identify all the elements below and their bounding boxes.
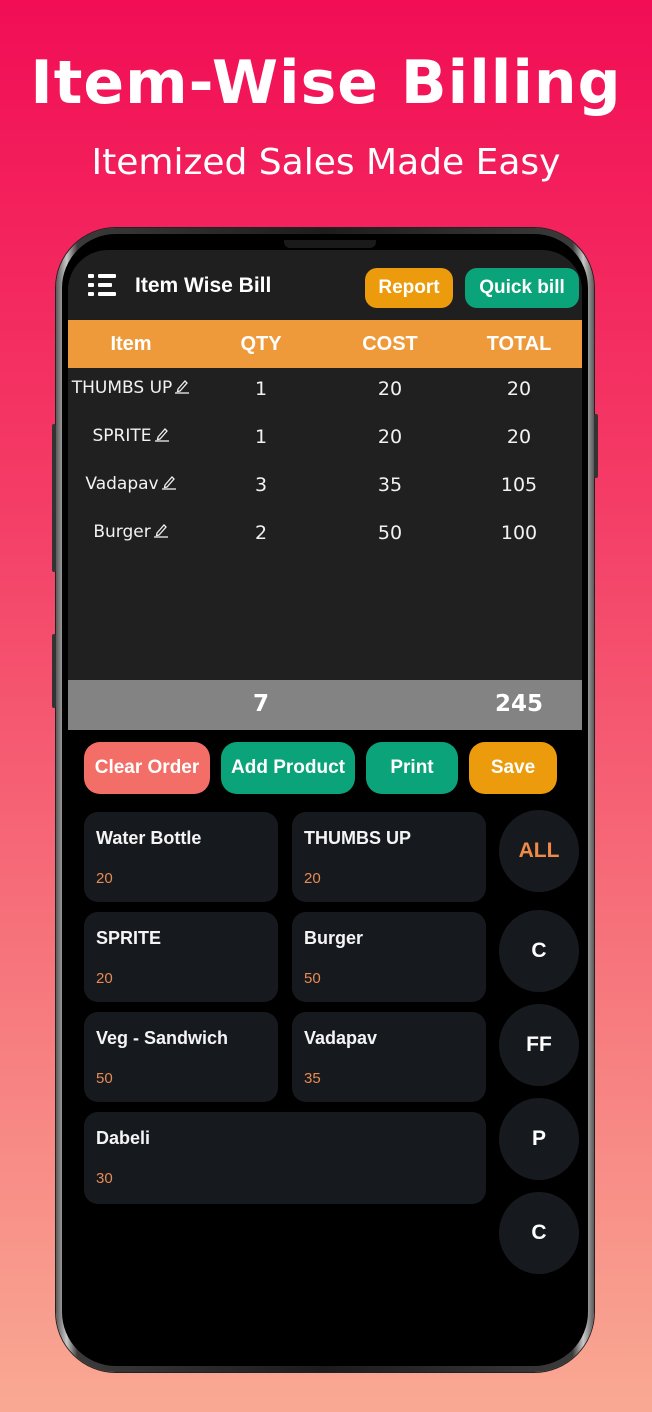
table-row[interactable]: Vadapav 3 35 105	[68, 464, 582, 512]
product-name: Burger	[304, 928, 364, 948]
product-name: THUMBS UP	[304, 828, 411, 848]
product-card[interactable]: Vadapav 35	[292, 1012, 486, 1102]
row-item-name: Vadapav	[85, 474, 159, 494]
grand-total: 245	[494, 691, 543, 717]
product-price: 35	[304, 1070, 321, 1087]
row-qty: 1	[254, 426, 268, 448]
header-cost: COST	[362, 333, 418, 355]
power-button	[594, 414, 598, 478]
product-card[interactable]: Veg - Sandwich 50	[84, 1012, 278, 1102]
header-total: TOTAL	[486, 333, 552, 355]
product-name: Dabeli	[96, 1128, 151, 1148]
product-name: Water Bottle	[96, 828, 202, 848]
product-card[interactable]: Dabeli 30	[84, 1112, 486, 1204]
row-total: 20	[506, 426, 532, 448]
earpiece	[284, 240, 376, 248]
promo-title: Item-Wise Billing	[30, 48, 622, 118]
product-price: 20	[304, 870, 321, 887]
pencil-edit-icon[interactable]	[153, 522, 169, 538]
row-qty: 3	[254, 474, 268, 496]
product-card[interactable]: SPRITE 20	[84, 912, 278, 1002]
product-name: SPRITE	[96, 928, 162, 948]
report-button[interactable]: Report	[365, 268, 453, 308]
category-c-button[interactable]: C	[499, 910, 579, 992]
product-card[interactable]: Burger 50	[292, 912, 486, 1002]
quick-bill-button[interactable]: Quick bill	[465, 268, 579, 308]
table-row[interactable]: THUMBS UP 1 20 20	[68, 368, 582, 416]
product-card[interactable]: Water Bottle 20	[84, 812, 278, 902]
add-product-button[interactable]: Add Product	[221, 742, 355, 794]
category-ff-button[interactable]: FF	[499, 1004, 579, 1086]
row-cost: 50	[377, 522, 403, 544]
header-item: Item	[110, 333, 152, 355]
header-qty: QTY	[240, 333, 282, 355]
pencil-edit-icon[interactable]	[161, 474, 177, 490]
totals-bar: 7 245	[68, 680, 582, 730]
row-qty: 2	[254, 522, 268, 544]
row-cost: 35	[377, 474, 403, 496]
app-screen: Item Wise Bill Report Quick bill Item QT…	[68, 250, 582, 1360]
category-p-button[interactable]: P	[499, 1098, 579, 1180]
row-cost: 20	[377, 426, 403, 448]
clear-order-button[interactable]: Clear Order	[84, 742, 210, 794]
product-price: 50	[304, 970, 321, 987]
product-name: Veg - Sandwich	[96, 1028, 229, 1048]
row-total: 100	[500, 522, 538, 544]
product-price: 20	[96, 870, 113, 887]
phone-bezel: Item Wise Bill Report Quick bill Item QT…	[62, 234, 588, 1366]
side-button	[52, 634, 56, 708]
table-row[interactable]: SPRITE 1 20 20	[68, 416, 582, 464]
product-name: Vadapav	[304, 1028, 378, 1048]
bill-table-body: THUMBS UP 1 20 20 SPRITE 1 20 20 Vadapav…	[68, 368, 582, 680]
promo-subtitle: Itemized Sales Made Easy	[91, 142, 561, 183]
table-row[interactable]: Burger 2 50 100	[68, 512, 582, 560]
app-bar: Item Wise Bill Report Quick bill	[68, 250, 582, 320]
category-c2-button[interactable]: C	[499, 1192, 579, 1274]
product-price: 20	[96, 970, 113, 987]
bill-table-header: Item QTY COST TOTAL	[68, 320, 582, 368]
phone-frame: Item Wise Bill Report Quick bill Item QT…	[52, 228, 598, 1372]
product-price: 50	[96, 1070, 113, 1087]
row-qty: 1	[254, 378, 268, 400]
volume-button	[52, 424, 56, 572]
pencil-edit-icon[interactable]	[174, 378, 190, 394]
pencil-edit-icon[interactable]	[154, 426, 170, 442]
hamburger-list-icon[interactable]	[88, 274, 118, 298]
row-total: 105	[500, 474, 538, 496]
total-qty: 7	[252, 691, 269, 717]
row-item-name: Burger	[93, 522, 151, 542]
product-card[interactable]: THUMBS UP 20	[292, 812, 486, 902]
row-cost: 20	[377, 378, 403, 400]
product-price: 30	[96, 1170, 113, 1187]
row-item-name: THUMBS UP	[71, 378, 173, 398]
print-button[interactable]: Print	[366, 742, 458, 794]
app-title: Item Wise Bill	[135, 274, 272, 297]
category-all-button[interactable]: ALL	[499, 810, 579, 892]
save-button[interactable]: Save	[469, 742, 557, 794]
row-item-name: SPRITE	[92, 426, 152, 446]
row-total: 20	[506, 378, 532, 400]
